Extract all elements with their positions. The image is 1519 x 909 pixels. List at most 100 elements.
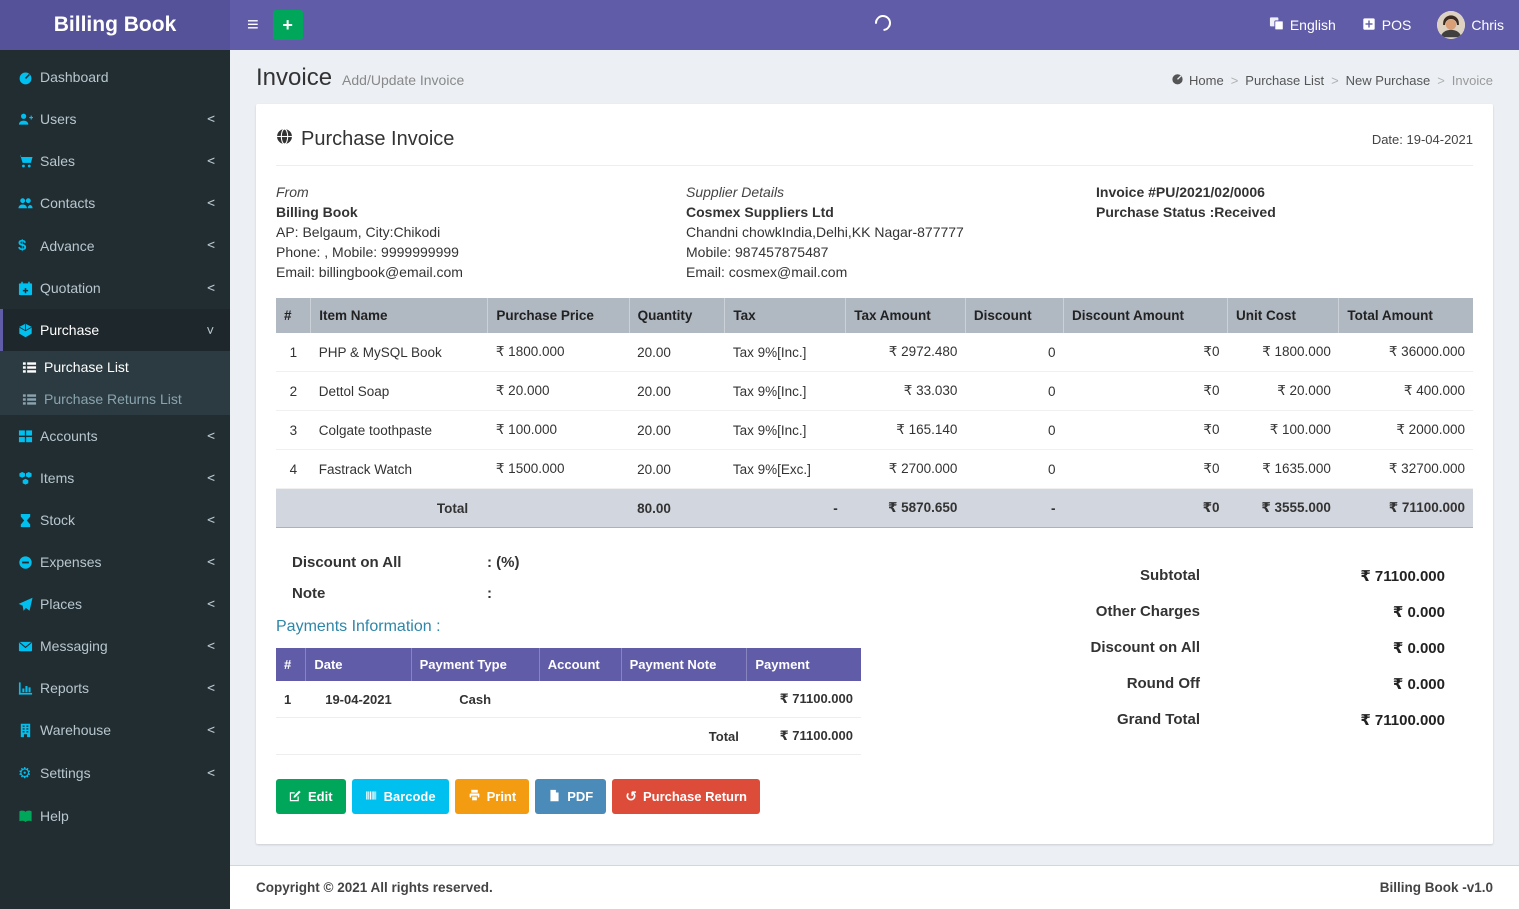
cell-index: 2	[276, 371, 311, 411]
sidebar-item-settings[interactable]: ⚙ Settings <	[0, 751, 230, 795]
summary-value: ₹ 0.000	[1392, 604, 1445, 621]
topbar-right: English POS Chris	[1269, 11, 1504, 39]
cell-item-name: Fastrack Watch	[310, 449, 488, 489]
sidebar-item-accounts[interactable]: Accounts <	[0, 415, 230, 457]
sidebar-item-users[interactable]: Users <	[0, 98, 230, 140]
discount-on-all-value: : (%)	[487, 554, 520, 571]
sidebar-item-sales[interactable]: Sales <	[0, 140, 230, 182]
language-menu[interactable]: English	[1269, 16, 1336, 34]
discount-on-all-label: Discount on All	[292, 554, 402, 571]
sidebar-item-quotation[interactable]: Quotation <	[0, 267, 230, 309]
pdf-button[interactable]: PDF	[535, 779, 607, 814]
printer-icon	[468, 789, 481, 805]
quick-add-button[interactable]: +	[272, 10, 303, 40]
chevron-left-icon: <	[207, 470, 215, 486]
cell-discount: 0	[965, 449, 1064, 489]
pos-icon	[1362, 17, 1376, 34]
table-row: 4 Fastrack Watch ₹ 1500.000 20.00 Tax 9%…	[276, 449, 1473, 489]
barcode-button[interactable]: Barcode	[351, 779, 449, 814]
discount-on-all-line: Discount on All : (%)	[292, 554, 916, 571]
sidebar-item-expenses[interactable]: Expenses <	[0, 541, 230, 583]
sidebar-item-warehouse[interactable]: Warehouse <	[0, 709, 230, 751]
chevron-left-icon: <	[207, 722, 215, 738]
sidebar-item-purchase-returns-list[interactable]: Purchase Returns List	[0, 383, 230, 415]
sidebar-item-stock[interactable]: Stock <	[0, 499, 230, 541]
breadcrumb-new-purchase[interactable]: New Purchase	[1346, 73, 1431, 88]
sidebar-menu: Dashboard Users < Sales < Contacts < $ A…	[0, 56, 230, 351]
sidebar-item-purchase[interactable]: Purchase <	[0, 309, 230, 351]
from-phone: Phone: , Mobile: 9999999999	[276, 244, 459, 260]
sidebar-item-label: Contacts	[40, 195, 96, 211]
sidebar-item-contacts[interactable]: Contacts <	[0, 182, 230, 224]
cell-total-amount: ₹ 36000.000	[1338, 333, 1473, 372]
edit-button[interactable]: Edit	[276, 779, 346, 814]
cell-discount-amount: ₹0	[1063, 371, 1228, 411]
undo-icon: ↺	[625, 788, 637, 804]
user-menu[interactable]: Chris	[1437, 11, 1504, 39]
chevron-left-icon: <	[207, 280, 215, 296]
supplier-block: Supplier Details Cosmex Suppliers Ltd Ch…	[686, 182, 1096, 282]
cell-tax: Tax 9%[Inc.]	[724, 371, 846, 411]
cell-index: 3	[276, 410, 311, 450]
supplier-heading: Supplier Details	[686, 184, 785, 200]
col-header: Payment Note	[621, 648, 748, 681]
total-discount-amount: ₹0	[1063, 488, 1228, 528]
cell-tax: Tax 9%[Inc.]	[724, 410, 846, 450]
pdf-file-icon	[548, 788, 561, 805]
sidebar-item-label: Quotation	[40, 280, 101, 296]
col-header: Purchase Price	[487, 298, 630, 333]
sidebar-item-places[interactable]: Places <	[0, 583, 230, 625]
purchase-return-button[interactable]: ↺ Purchase Return	[612, 779, 760, 814]
sidebar-item-label: Help	[40, 808, 69, 824]
summary-value: ₹ 0.000	[1392, 676, 1445, 693]
col-header: Discount	[965, 298, 1065, 333]
summary-label: Round Off	[1126, 675, 1200, 692]
items-table-header-row: # Item Name Purchase Price Quantity Tax …	[276, 298, 1473, 333]
col-header: Payment	[746, 648, 861, 681]
sidebar-item-items[interactable]: Items <	[0, 457, 230, 499]
hamburger-menu-icon[interactable]: ≡	[245, 14, 273, 37]
sidebar-item-advance[interactable]: $ Advance <	[0, 224, 230, 267]
copyright-text: Copyright © 2021 All rights reserved.	[256, 880, 493, 895]
version-text: Billing Book -v1.0	[1379, 880, 1493, 895]
sidebar-item-label: Places	[40, 596, 83, 612]
sidebar-item-label: Reports	[40, 680, 90, 696]
edit-icon	[289, 789, 302, 805]
pos-menu[interactable]: POS	[1362, 17, 1411, 34]
loading-spinner-icon	[871, 11, 894, 35]
sidebar-item-dashboard[interactable]: Dashboard	[0, 56, 230, 98]
gears-icon: ⚙	[18, 765, 32, 782]
breadcrumb-purchase-list[interactable]: Purchase List	[1245, 73, 1324, 88]
items-table: # Item Name Purchase Price Quantity Tax …	[276, 298, 1473, 528]
sidebar-item-messaging[interactable]: Messaging <	[0, 625, 230, 667]
chevron-left-icon: <	[207, 554, 215, 570]
brand-logo[interactable]: Billing Book	[0, 0, 230, 50]
from-name: Billing Book	[276, 204, 358, 220]
summary-row-round-off: Round Off ₹ 0.000	[916, 666, 1473, 702]
chevron-left-icon: <	[207, 153, 215, 169]
sidebar-item-label: Purchase List	[44, 359, 129, 375]
sidebar-item-help[interactable]: Help	[0, 795, 230, 837]
cell-tax-amount: ₹ 33.030	[845, 371, 966, 411]
cell-total-amount: ₹ 400.000	[1338, 371, 1473, 411]
invoice-number: Invoice #PU/2021/02/0006	[1096, 184, 1265, 200]
divider	[276, 165, 1473, 166]
sidebar-item-purchase-list[interactable]: Purchase List	[0, 351, 230, 383]
cell-total-amount: ₹ 32700.000	[1338, 449, 1473, 489]
col-header: Item Name	[310, 298, 489, 333]
sidebar-item-label: Items	[40, 470, 75, 486]
from-address: AP: Belgaum, City:Chikodi	[276, 224, 441, 240]
breadcrumb-separator: >	[1437, 72, 1445, 88]
supplier-phone: Mobile: 987457875487	[686, 244, 829, 260]
purchase-status: Purchase Status :Received	[1096, 204, 1276, 220]
sidebar-item-label: Advance	[40, 237, 95, 254]
print-button[interactable]: Print	[454, 779, 530, 814]
total-label: Total	[276, 488, 630, 528]
sidebar-item-reports[interactable]: Reports <	[0, 667, 230, 709]
summary-label: Other Charges	[1095, 603, 1200, 620]
cell-index: 4	[276, 449, 311, 489]
cell-total-amount: ₹ 2000.000	[1338, 410, 1473, 450]
content-header: Invoice Add/Update Invoice Home > Purcha…	[230, 50, 1519, 104]
cell-purchase-price: ₹ 1500.000	[487, 449, 630, 489]
breadcrumb-home[interactable]: Home	[1171, 72, 1224, 88]
